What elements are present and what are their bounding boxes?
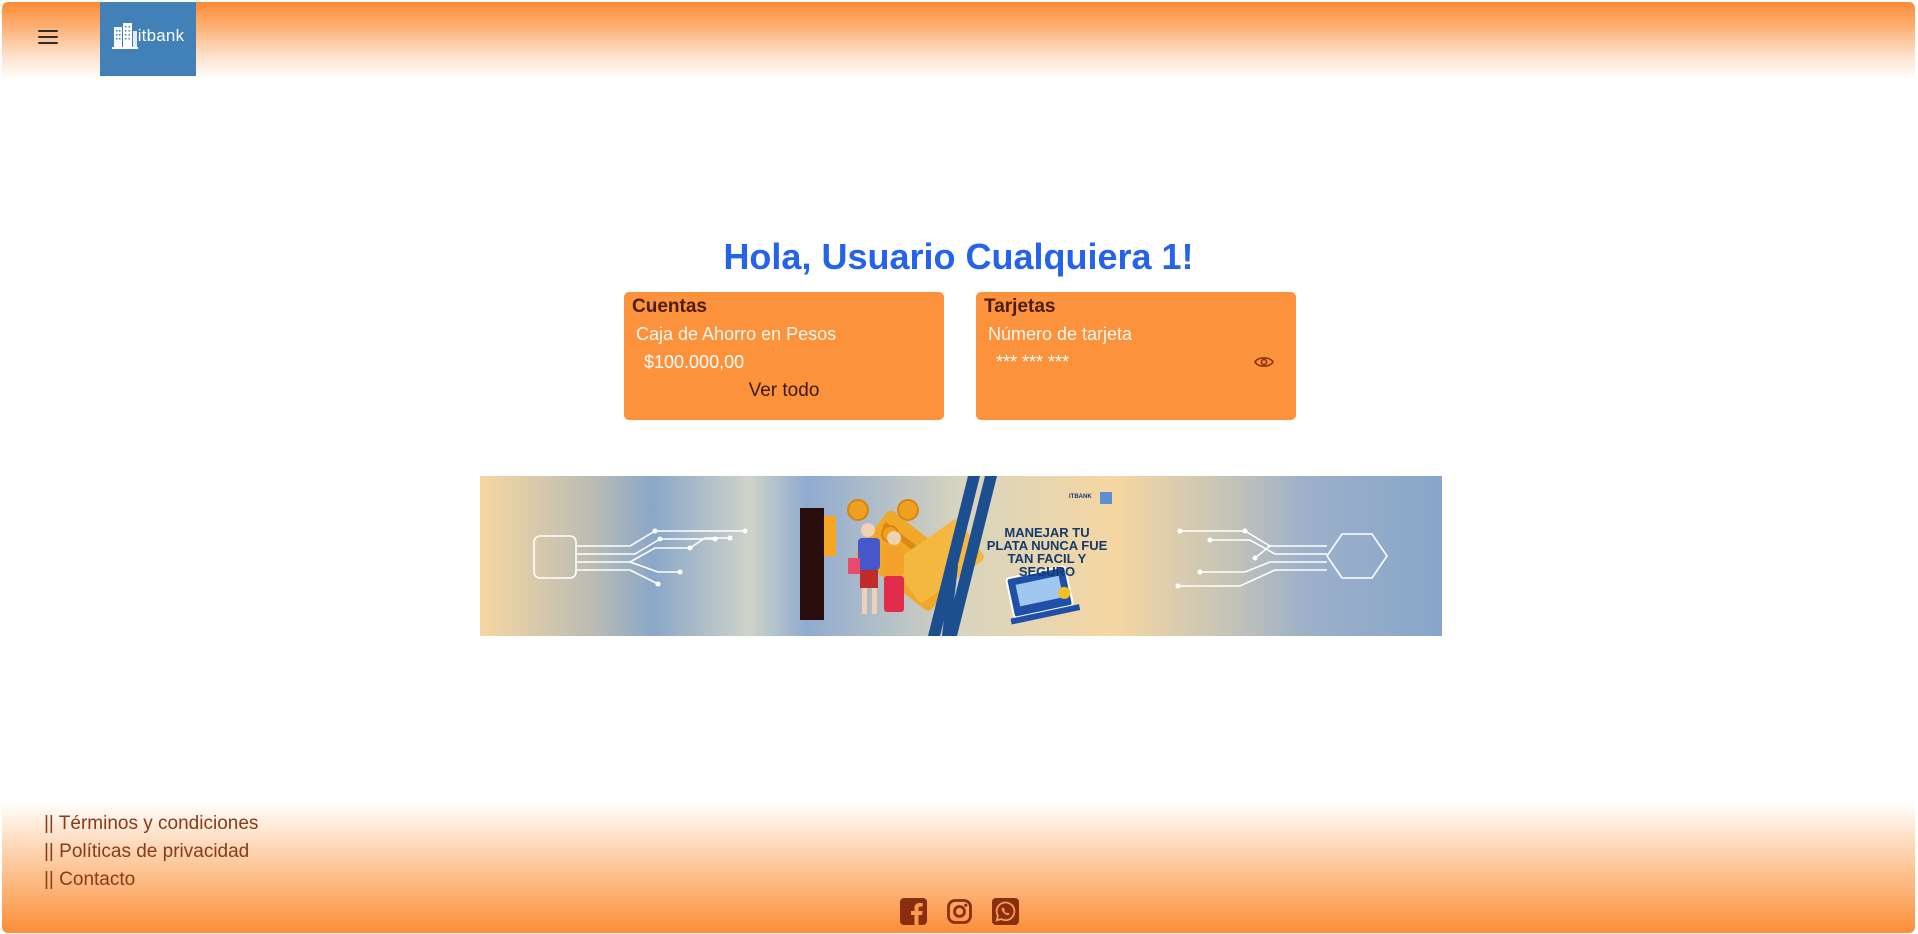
page-frame: itbank Hola, Usuario Cualquiera 1! Cuent… [2, 2, 1915, 933]
building-icon [111, 23, 138, 49]
view-all-link[interactable]: Ver todo [624, 380, 944, 402]
hamburger-icon[interactable] [38, 30, 58, 46]
logo-text: itbank [137, 26, 185, 45]
social-links [900, 898, 1019, 925]
top-navbar: itbank [2, 2, 1915, 80]
footer: || Términos y condiciones || Políticas d… [2, 802, 1915, 933]
instagram-icon[interactable] [946, 898, 973, 925]
itbank-logo[interactable]: itbank [100, 2, 196, 76]
accounts-card: Cuentas Caja de Ahorro en Pesos $100.000… [624, 292, 944, 420]
footer-links: || Términos y condiciones || Políticas d… [44, 810, 258, 894]
privacy-link[interactable]: || Políticas de privacidad [44, 838, 258, 866]
cards-card: Tarjetas Número de tarjeta *** *** *** [976, 292, 1296, 420]
contact-link[interactable]: || Contacto [44, 866, 258, 894]
eye-icon[interactable] [1254, 355, 1274, 369]
whatsapp-icon[interactable] [992, 898, 1019, 925]
promo-banner: ITBANK MANEJAR TU PLATA NUNCA FUE TAN FA… [480, 476, 1442, 636]
accounts-card-title: Cuentas [632, 296, 707, 317]
banner-headline: MANEJAR TU PLATA NUNCA FUE TAN FACIL Y S… [986, 525, 1108, 579]
terms-link[interactable]: || Términos y condiciones [44, 810, 258, 838]
greeting-heading: Hola, Usuario Cualquiera 1! [723, 236, 1194, 277]
cards-card-title: Tarjetas [984, 296, 1056, 317]
card-number-label: Número de tarjeta [988, 324, 1133, 344]
facebook-icon[interactable] [900, 898, 927, 925]
card-number-masked: *** *** *** [996, 352, 1070, 372]
account-balance: $100.000,00 [644, 352, 745, 372]
account-name: Caja de Ahorro en Pesos [636, 324, 837, 344]
banner-illustration [533, 476, 1388, 636]
banner-brand: ITBANK [1069, 494, 1092, 500]
